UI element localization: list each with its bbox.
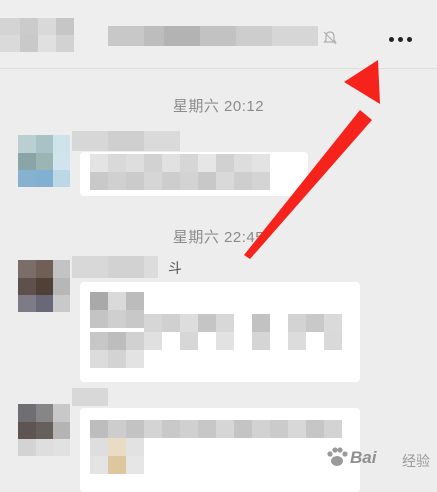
watermark-brand: Bai xyxy=(350,448,377,467)
paw-logo-icon xyxy=(327,447,348,466)
watermark-sub: 经验 xyxy=(402,453,430,469)
baidu-watermark: Bai 经验 xyxy=(320,440,437,480)
red-arrow-annotation xyxy=(244,60,380,259)
